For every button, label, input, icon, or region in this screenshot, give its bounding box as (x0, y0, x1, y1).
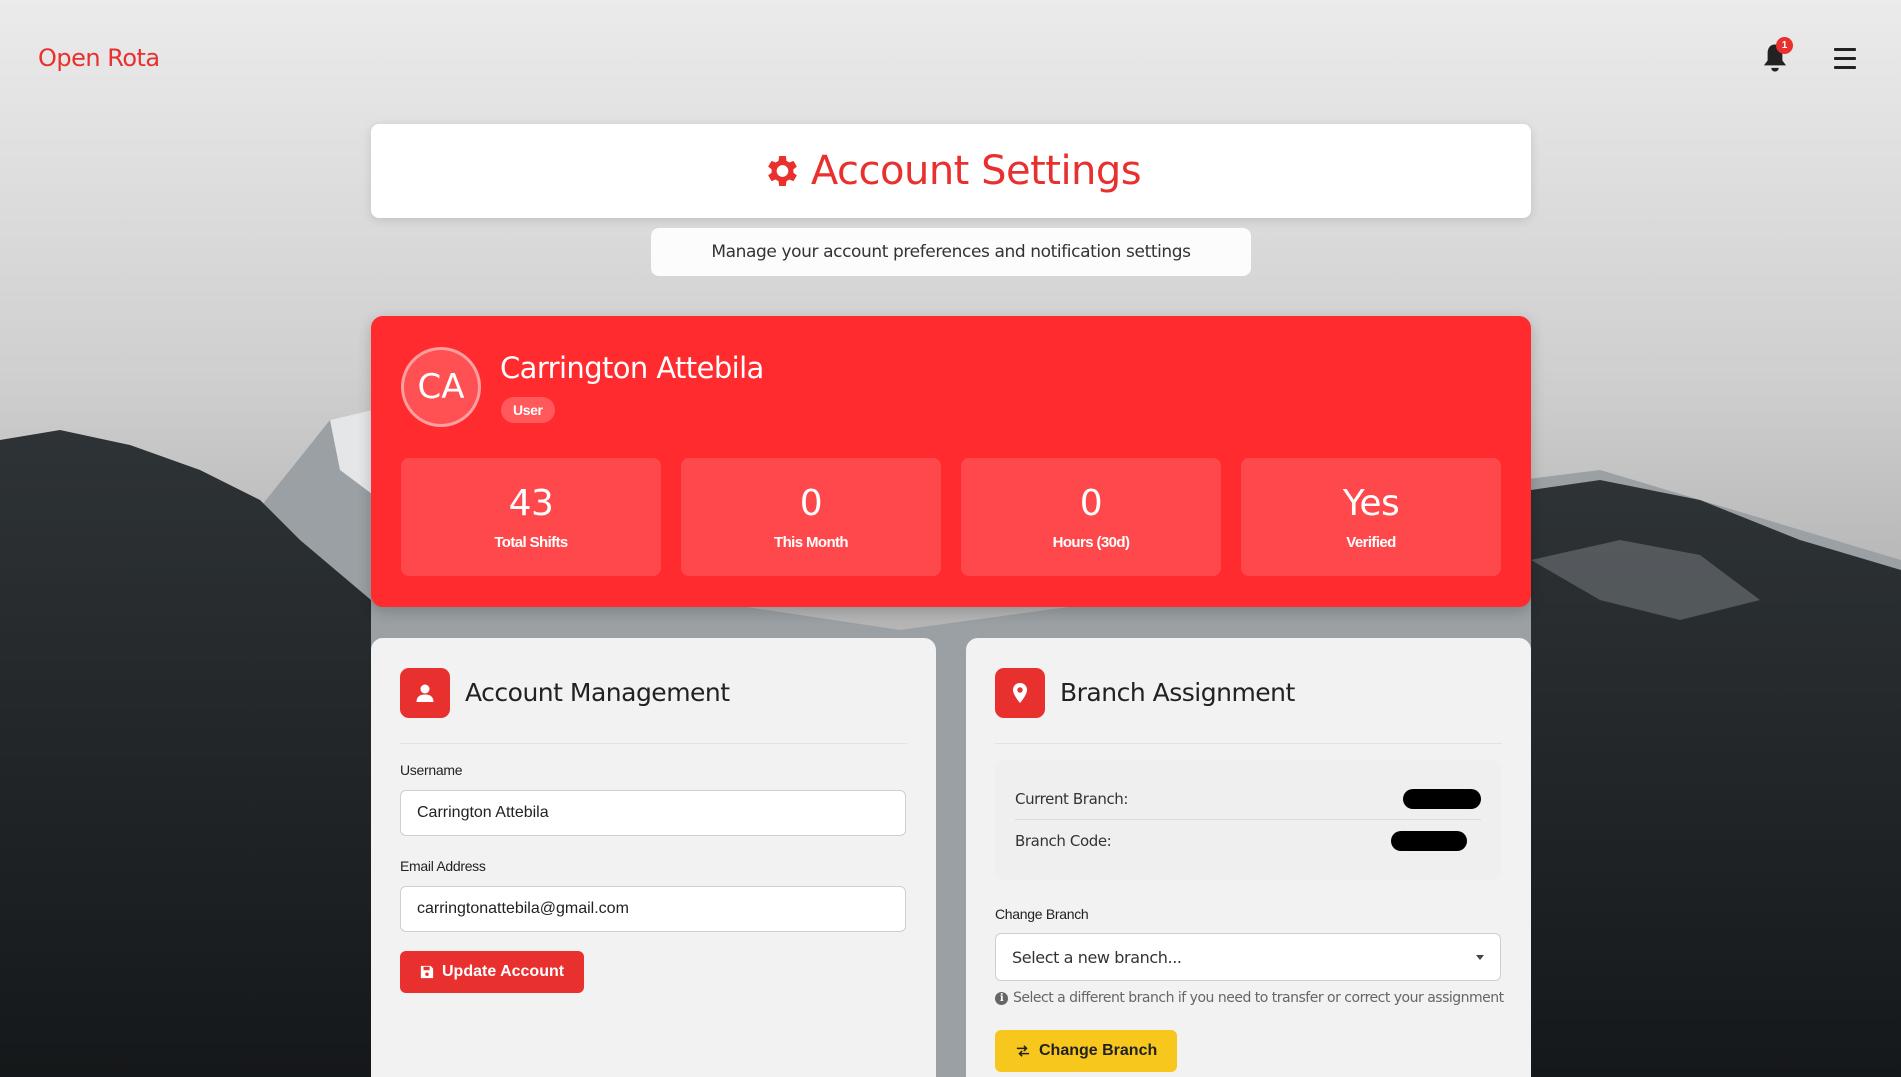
button-label: Update Account (442, 963, 565, 980)
account-management-panel: Account Management Username Email Addres… (371, 638, 936, 1077)
stat-label: Hours (30d) (1052, 534, 1130, 551)
current-branch-label: Current Branch: (1015, 789, 1129, 808)
page-title-card: Account Settings (371, 124, 1531, 218)
email-label: Email Address (400, 858, 486, 874)
stat-label: Total Shifts (494, 534, 568, 551)
profile-card: CA Carrington Attebila User 43 Total Shi… (371, 316, 1531, 607)
stat-total-shifts: 43 Total Shifts (401, 458, 661, 576)
user-name: Carrington Attebila (500, 351, 764, 385)
username-label: Username (400, 762, 463, 778)
notification-badge: 1 (1776, 37, 1793, 54)
branch-assignment-panel: Branch Assignment Current Branch: Branch… (966, 638, 1531, 1077)
panel-title: Branch Assignment (1060, 678, 1295, 707)
help-text-content: Select a different branch if you need to… (1013, 990, 1504, 1006)
stat-value: 43 (508, 483, 554, 524)
save-icon (420, 965, 434, 979)
hamburger-menu-icon[interactable] (1834, 48, 1856, 70)
page-title: Account Settings (810, 148, 1142, 194)
help-text: i Select a different branch if you need … (995, 990, 1504, 1006)
redacted-value (1403, 788, 1481, 809)
current-branch-row: Current Branch: (1015, 778, 1481, 820)
panel-title: Account Management (465, 678, 730, 707)
change-branch-button[interactable]: Change Branch (995, 1030, 1178, 1072)
user-icon (400, 668, 450, 718)
gear-icon (768, 156, 797, 186)
stat-value: 0 (1079, 483, 1103, 524)
update-account-button[interactable]: Update Account (400, 951, 585, 993)
role-badge: User (501, 397, 555, 423)
branch-select[interactable]: Select a new branch... (995, 933, 1501, 981)
branch-code-label: Branch Code: (1015, 832, 1112, 850)
redacted-value (1391, 831, 1467, 851)
panel-header: Branch Assignment (995, 668, 1502, 744)
change-branch-label: Change Branch (995, 906, 1089, 922)
map-pin-icon (995, 668, 1045, 718)
brand-logo[interactable]: Open Rota (38, 44, 160, 72)
page-subtitle: Manage your account preferences and noti… (651, 228, 1251, 276)
stat-label: This Month (774, 534, 849, 551)
stat-hours-30d: 0 Hours (30d) (961, 458, 1221, 576)
button-label: Change Branch (1039, 1042, 1158, 1059)
stat-this-month: 0 This Month (681, 458, 941, 576)
info-icon: i (995, 991, 1008, 1005)
stat-value: 0 (799, 483, 823, 524)
email-input[interactable] (400, 886, 906, 932)
stat-verified: Yes Verified (1241, 458, 1501, 576)
exchange-arrows-icon (1016, 1045, 1030, 1057)
branch-code-row: Branch Code: (1015, 820, 1481, 862)
avatar: CA (401, 347, 481, 427)
username-input[interactable] (400, 790, 906, 836)
stat-value: Yes (1342, 483, 1400, 524)
chevron-down-icon (1476, 954, 1484, 960)
current-branch-info: Current Branch: Branch Code: (995, 760, 1501, 880)
select-placeholder: Select a new branch... (1012, 947, 1182, 967)
panel-header: Account Management (400, 668, 907, 744)
stat-label: Verified (1346, 534, 1396, 551)
stats-row: 43 Total Shifts 0 This Month 0 Hours (30… (401, 458, 1501, 576)
